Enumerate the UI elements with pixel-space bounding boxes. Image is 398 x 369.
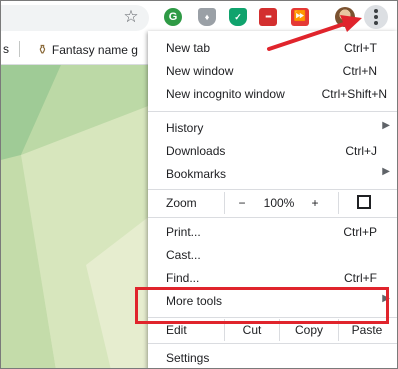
annotation-arrow	[267, 15, 362, 51]
browser-window: ☆ G ♦ ✓ ▪▪▪ ⏩ s ⚱ Fantasy name g New tab…	[0, 0, 398, 369]
